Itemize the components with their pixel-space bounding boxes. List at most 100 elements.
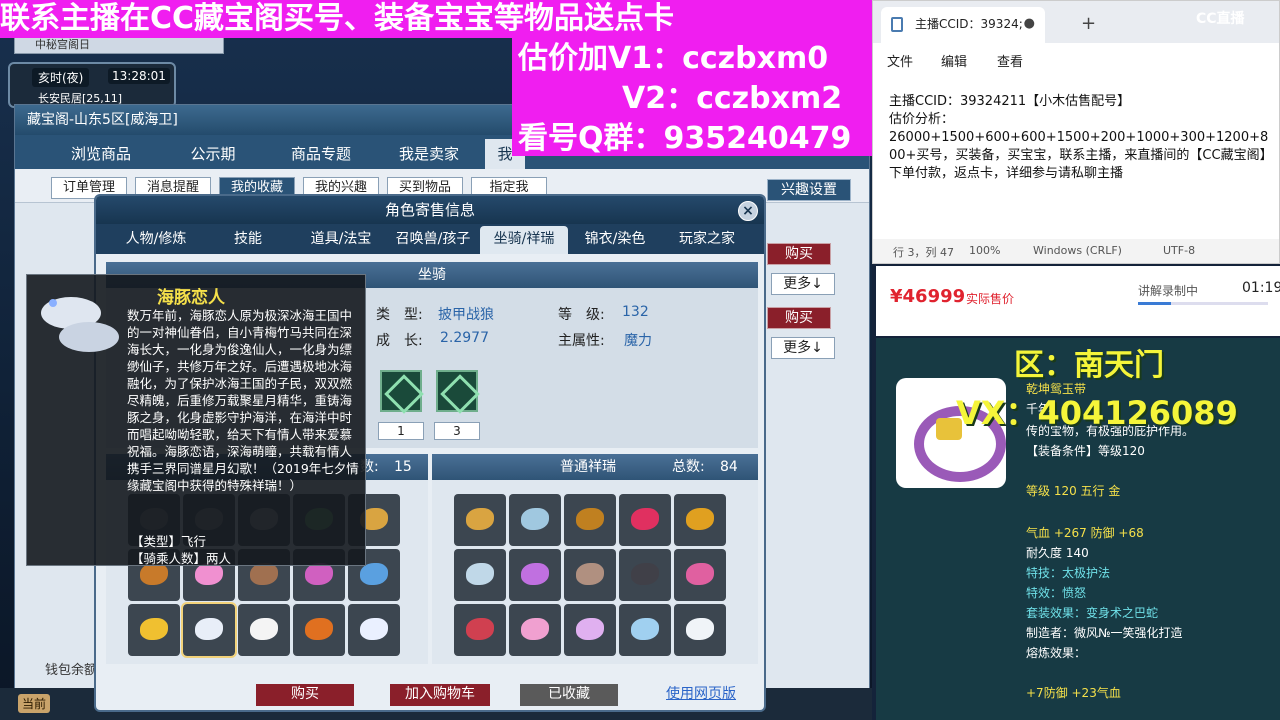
menu-view[interactable]: 查看 <box>997 51 1023 70</box>
right-total-value: 84 <box>720 459 738 475</box>
clock-time: 13:28:01 <box>108 68 170 84</box>
growth-label: 成 长: <box>376 333 423 349</box>
new-tab-button[interactable]: + <box>1081 13 1096 34</box>
notepad-window: 主播CCID：39324; ● + 文件 编辑 查看 主播CCID：393242… <box>872 0 1280 264</box>
mount-slot[interactable] <box>238 604 290 656</box>
notepad-tab-title: 主播CCID：39324; <box>915 17 1023 31</box>
price-bar: ¥46999 实际售价 讲解录制中 01:19 <box>876 266 1280 336</box>
equip-level: 等级 120 五行 金 <box>1026 484 1121 498</box>
price-value: ¥46999 <box>890 286 966 307</box>
tab-browse[interactable]: 浏览商品 <box>45 139 157 169</box>
tooltip-riders: 【骑乘人数】两人 <box>131 551 232 566</box>
mount-skill-icon-2[interactable] <box>436 370 478 412</box>
type-label: 类 型: <box>376 307 423 323</box>
mount-slot[interactable] <box>674 604 726 656</box>
price-label: 实际售价 <box>966 292 1015 306</box>
interest-settings-button[interactable]: 兴趣设置 <box>767 179 851 201</box>
cc-live-watermark: CC直播 <box>1074 52 1192 92</box>
tab-public[interactable]: 公示期 <box>157 139 269 169</box>
notepad-statusbar: 行 3，列 47 100% Windows (CRLF) UTF-8 <box>873 239 1279 263</box>
tab-items[interactable]: 道具/法宝 <box>296 226 386 254</box>
current-channel[interactable]: 当前 <box>18 694 51 713</box>
tab-seller[interactable]: 我是卖家 <box>373 139 485 169</box>
encoding: UTF-8 <box>1163 244 1196 257</box>
mount-slot[interactable] <box>293 604 345 656</box>
side-buy-button[interactable]: 购买 <box>767 243 831 265</box>
tooltip-description: 数万年前，海豚恋人原为极深冰海王国中的一对神仙眷侣，自小青梅竹马共同在深海长大，… <box>127 308 359 493</box>
left-total-value: 15 <box>394 459 412 475</box>
mount-slot[interactable] <box>454 549 506 601</box>
right-total-label: 总数: <box>672 459 705 475</box>
vx-overlay: VX：404126089 <box>956 394 1238 432</box>
mount-slot[interactable] <box>348 604 400 656</box>
tab-pets[interactable]: 召唤兽/孩子 <box>386 226 480 254</box>
attr-value: 魔力 <box>624 333 652 349</box>
notepad-line: 主播CCID：39324211【小木估售配号】 <box>889 94 1131 109</box>
mount-slot[interactable] <box>564 494 616 546</box>
level-label: 等 级: <box>558 307 605 323</box>
skill-count-1: 1 <box>378 422 424 440</box>
mount-tooltip: 海豚恋人 数万年前，海豚恋人原为极深冰海王国中的一对神仙眷侣，自小青梅竹马共同在… <box>26 274 366 566</box>
growth-value: 2.2977 <box>440 330 489 346</box>
mount-slot[interactable] <box>509 549 561 601</box>
type-value: 披甲战狼 <box>438 307 494 323</box>
recording-time: 01:19 <box>1242 280 1280 296</box>
tab-character[interactable]: 人物/修炼 <box>110 226 202 254</box>
mount-slot[interactable] <box>619 604 671 656</box>
wallet-label: 钱包余额 <box>45 663 98 678</box>
tab-skills[interactable]: 技能 <box>206 226 290 254</box>
tab-home[interactable]: 玩家之家 <box>662 226 752 254</box>
promo-headline: 联系主播在CC藏宝阁买号、装备宝宝等物品送点卡 <box>0 0 872 38</box>
right-list-header: 普通祥瑞 总数: 84 <box>432 454 758 480</box>
buy-button[interactable]: 购买 <box>256 684 354 706</box>
tab-outfits[interactable]: 锦衣/染色 <box>572 226 658 254</box>
recording-label: 讲解录制中 <box>1138 284 1199 298</box>
mount-skill-icon-1[interactable] <box>380 370 422 412</box>
mount-slot-selected[interactable] <box>181 602 237 658</box>
equip-set-effect: 套装效果：变身术之巴蛇 <box>1026 606 1159 620</box>
browser-tab[interactable]: 中秘宫阁日 <box>14 36 224 54</box>
mount-slot[interactable] <box>619 549 671 601</box>
mount-slot[interactable] <box>674 494 726 546</box>
mount-slot[interactable] <box>454 604 506 656</box>
clock-period: 亥时(夜) <box>32 68 90 87</box>
zoom-level: 100% <box>969 244 1001 257</box>
recording-progress <box>1138 302 1268 305</box>
favorited-button[interactable]: 已收藏 <box>520 684 618 706</box>
tooltip-name: 海豚恋人 <box>157 288 225 308</box>
mount-slot[interactable] <box>674 549 726 601</box>
notepad-tab[interactable]: 主播CCID：39324; ● <box>881 7 1045 43</box>
notepad-icon <box>891 17 903 32</box>
mount-slot[interactable] <box>564 549 616 601</box>
notepad-text[interactable]: 主播CCID：39324211【小木估售配号】 估价分析： 26000+1500… <box>889 93 1269 183</box>
add-cart-button[interactable]: 加入购物车 <box>390 684 490 706</box>
game-clock: 亥时(夜) 13:28:01 长安民居[25,11] <box>8 62 176 108</box>
mount-slot[interactable] <box>509 494 561 546</box>
promo-contact-box: 估价加V1：cczbxm0 V2：cczbxm2 看号Q群：935240479 <box>512 38 872 156</box>
side-more-button[interactable]: 更多↓ <box>771 273 835 295</box>
close-icon[interactable]: × <box>738 201 758 221</box>
equip-durability: 耐久度 140 <box>1026 546 1089 560</box>
dialog-title: 角色寄售信息 <box>96 196 764 224</box>
tab-mounts[interactable]: 坐骑/祥瑞 <box>480 226 568 254</box>
mount-list-right: 普通祥瑞 总数: 84 <box>432 454 758 664</box>
mount-slot[interactable] <box>564 604 616 656</box>
menu-edit[interactable]: 编辑 <box>941 51 967 70</box>
side-more-button-2[interactable]: 更多↓ <box>771 337 835 359</box>
recording-progress-fill <box>1138 302 1171 305</box>
mount-slot[interactable] <box>619 494 671 546</box>
mount-slot[interactable] <box>128 604 180 656</box>
tab-topics[interactable]: 商品专题 <box>265 139 377 169</box>
right-list-title: 普通祥瑞 <box>560 459 616 475</box>
region-overlay: 区：南天门 <box>1014 348 1164 383</box>
menu-file[interactable]: 文件 <box>887 51 913 70</box>
side-buy-button-2[interactable]: 购买 <box>767 307 831 329</box>
notepad-line: 26000+1500+600+600+1500+200+1000+300+120… <box>889 130 1269 181</box>
web-version-link[interactable]: 使用网页版 <box>658 684 744 706</box>
close-icon[interactable]: ● <box>1024 7 1035 41</box>
promo-line-3: 看号Q群：935240479 <box>518 121 852 156</box>
mount-slot[interactable] <box>509 604 561 656</box>
skill-count-2: 3 <box>434 422 480 440</box>
right-mount-grid <box>454 494 726 656</box>
mount-slot[interactable] <box>454 494 506 546</box>
